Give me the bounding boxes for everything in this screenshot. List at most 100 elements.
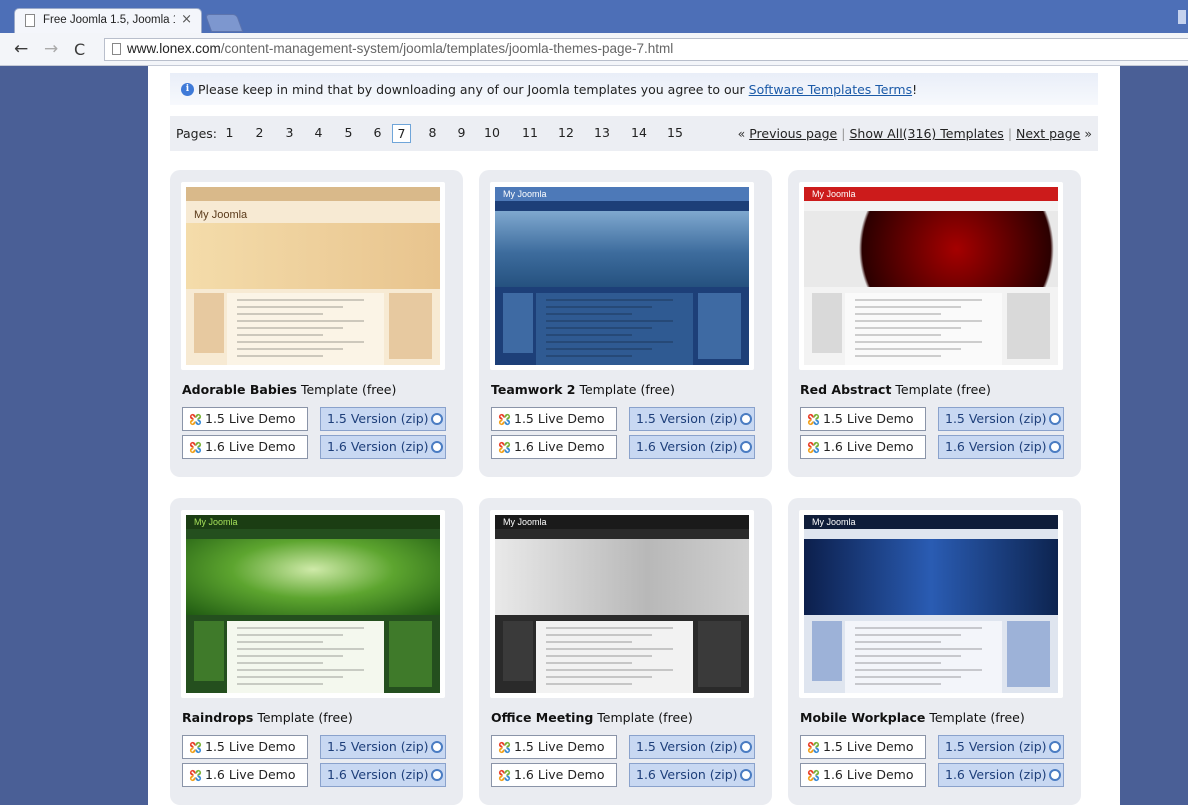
pager-nav: « Previous page | Show All(316) Templates |… (737, 126, 1092, 141)
address-bar[interactable]: www.lonex.com/content-management-system/… (104, 38, 1188, 61)
template-name[interactable]: Raindrops (182, 710, 253, 725)
page-link-11[interactable]: 11 (518, 124, 542, 143)
thumb-text-line (236, 313, 324, 315)
new-tab-button[interactable] (204, 14, 244, 32)
live-demo-16-button[interactable]: 1.6 Live Demo (800, 763, 926, 787)
thumb-hero-image (804, 211, 1058, 287)
thumb-text-line (236, 676, 344, 678)
template-name[interactable]: Adorable Babies (182, 382, 297, 397)
reload-icon[interactable]: C (74, 40, 85, 59)
joomla-icon (189, 441, 202, 454)
thumb-hero-image (186, 539, 440, 615)
page-link-5[interactable]: 5 (339, 124, 358, 143)
thumb-text-line (236, 348, 344, 350)
download-zip-15-button[interactable]: 1.5 Version (zip) (938, 735, 1064, 759)
live-demo-16-button[interactable]: 1.6 Live Demo (800, 435, 926, 459)
live-demo-15-button[interactable]: 1.5 Live Demo (182, 735, 308, 759)
page-link-3[interactable]: 3 (280, 124, 299, 143)
thumb-site-title: My Joomla (194, 517, 238, 527)
thumb-text-line (236, 641, 324, 643)
terms-notice: i Please keep in mind that by downloadin… (170, 73, 1098, 105)
page-link-13[interactable]: 13 (590, 124, 614, 143)
download-zip-16-button[interactable]: 1.6 Version (zip) (320, 763, 446, 787)
close-icon[interactable]: × (181, 12, 192, 27)
template-name[interactable]: Red Abstract (800, 382, 891, 397)
template-name[interactable]: Office Meeting (491, 710, 593, 725)
thumb-site-title: My Joomla (503, 189, 547, 199)
thumb-right-column (698, 293, 742, 359)
page-link-1[interactable]: 1 (220, 124, 239, 143)
thumb-text-line (854, 348, 962, 350)
template-thumbnail[interactable]: My Joomla (799, 510, 1063, 698)
template-thumbnail[interactable]: My Joomla (799, 182, 1063, 370)
live-demo-16-button[interactable]: 1.6 Live Demo (182, 763, 308, 787)
joomla-icon (498, 769, 511, 782)
template-caption: Mobile Workplace Template (free) (800, 710, 1025, 725)
live-demo-15-button[interactable]: 1.5 Live Demo (491, 735, 617, 759)
download-zip-16-button[interactable]: 1.6 Version (zip) (320, 435, 446, 459)
download-zip-16-button[interactable]: 1.6 Version (zip) (629, 763, 755, 787)
page-link-2[interactable]: 2 (250, 124, 269, 143)
pages-label: Pages: (176, 126, 217, 141)
page-link-14[interactable]: 14 (627, 124, 651, 143)
thumb-text-line (854, 341, 982, 343)
live-demo-15-button[interactable]: 1.5 Live Demo (491, 407, 617, 431)
download-icon (430, 741, 443, 753)
template-thumbnail[interactable]: My Joomla (490, 182, 754, 370)
show-all-link[interactable]: Show All(316) Templates (849, 126, 1003, 141)
page-link-10[interactable]: 10 (480, 124, 504, 143)
terms-link[interactable]: Software Templates Terms (749, 82, 912, 97)
template-thumbnail[interactable]: My Joomla (490, 510, 754, 698)
back-arrow-icon[interactable]: ← (14, 39, 28, 59)
live-demo-15-button[interactable]: 1.5 Live Demo (800, 735, 926, 759)
thumb-text-line (854, 655, 962, 657)
live-demo-16-button[interactable]: 1.6 Live Demo (182, 435, 308, 459)
template-thumbnail[interactable]: My Joomla (181, 182, 445, 370)
live-demo-16-button[interactable]: 1.6 Live Demo (491, 763, 617, 787)
live-demo-15-button[interactable]: 1.5 Live Demo (182, 407, 308, 431)
template-name[interactable]: Mobile Workplace (800, 710, 925, 725)
thumb-text-line (236, 341, 364, 343)
thumb-text-line (545, 334, 633, 336)
live-demo-16-button[interactable]: 1.6 Live Demo (491, 435, 617, 459)
thumb-right-column (389, 293, 433, 359)
next-page-link[interactable]: Next page (1016, 126, 1080, 141)
browser-tab[interactable]: Free Joomla 1.5, Joomla 1.6 × (14, 8, 202, 34)
thumb-text-line (854, 669, 982, 671)
page-link-15[interactable]: 15 (663, 124, 687, 143)
info-icon: i (181, 83, 194, 96)
template-thumbnail[interactable]: My Joomla (181, 510, 445, 698)
download-zip-15-button[interactable]: 1.5 Version (zip) (629, 735, 755, 759)
page-link-4[interactable]: 4 (309, 124, 328, 143)
download-zip-15-button[interactable]: 1.5 Version (zip) (629, 407, 755, 431)
download-zip-15-button[interactable]: 1.5 Version (zip) (938, 407, 1064, 431)
thumb-text-line (854, 683, 942, 685)
page-link-8[interactable]: 8 (423, 124, 442, 143)
thumb-hero-image (804, 539, 1058, 615)
previous-page-link[interactable]: Previous page (749, 126, 837, 141)
download-zip-16-button[interactable]: 1.6 Version (zip) (938, 435, 1064, 459)
live-demo-15-button[interactable]: 1.5 Live Demo (800, 407, 926, 431)
template-card: My Joomla Teamwork 2 Template (free) 1.5 L… (479, 170, 772, 477)
page-link-6[interactable]: 6 (368, 124, 387, 143)
thumb-text-line (545, 306, 653, 308)
thumb-right-column (698, 621, 742, 687)
browser-tab-strip: Free Joomla 1.5, Joomla 1.6 × (0, 0, 1188, 34)
download-zip-16-button[interactable]: 1.6 Version (zip) (938, 763, 1064, 787)
download-zip-16-button[interactable]: 1.6 Version (zip) (629, 435, 755, 459)
thumb-text-line (545, 655, 653, 657)
forward-arrow-icon[interactable]: → (44, 39, 58, 59)
template-name[interactable]: Teamwork 2 (491, 382, 575, 397)
joomla-icon (189, 769, 202, 782)
thumb-text-line (854, 355, 942, 357)
page-link-7[interactable]: 7 (392, 124, 411, 143)
thumb-text-line (545, 313, 633, 315)
download-zip-15-button[interactable]: 1.5 Version (zip) (320, 407, 446, 431)
page-link-12[interactable]: 12 (554, 124, 578, 143)
download-zip-15-button[interactable]: 1.5 Version (zip) (320, 735, 446, 759)
thumb-text-line (545, 641, 633, 643)
thumb-text-line (854, 313, 942, 315)
thumb-text-line (236, 320, 364, 322)
page-link-9[interactable]: 9 (452, 124, 471, 143)
url-text: www.lonex.com/content-management-system/… (127, 41, 674, 56)
